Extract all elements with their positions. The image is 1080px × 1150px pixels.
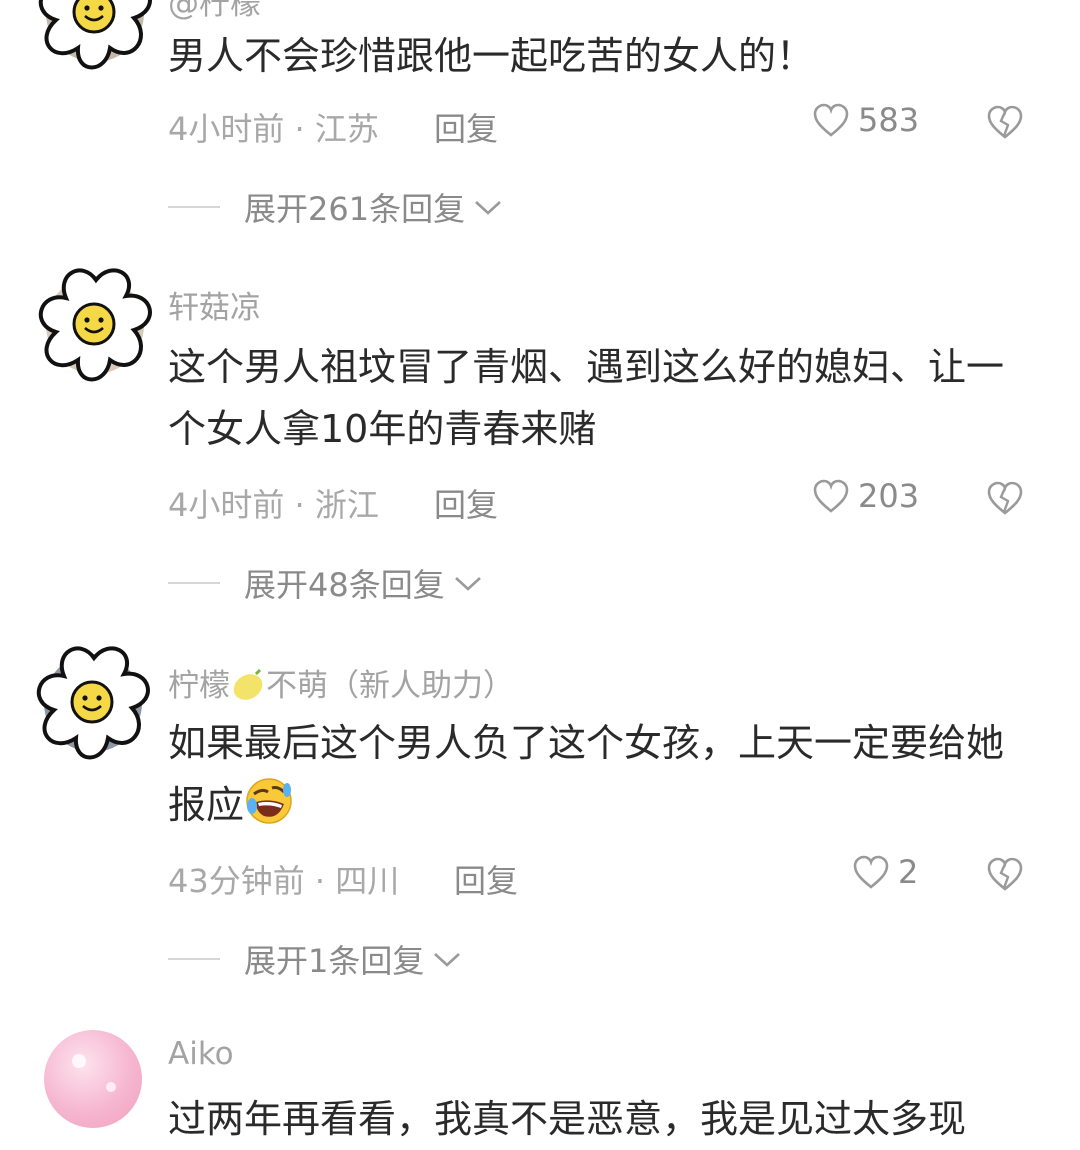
username[interactable]: 柠檬 不萌（新人助力） xyxy=(168,660,514,705)
separator: · xyxy=(284,110,315,148)
comment-text: 男人不会珍惜跟他一起吃苦的女人的！ xyxy=(168,34,815,78)
flower-sticker-icon xyxy=(36,646,150,760)
divider-line xyxy=(168,582,220,584)
avatar[interactable] xyxy=(38,268,152,382)
comment-text: 这个男人祖坟冒了青烟、遇到这么好的媳妇、让一个女人拿10年的青春来赌 xyxy=(168,345,1005,451)
username[interactable]: 轩菇凉 xyxy=(168,282,261,327)
chevron-down-icon xyxy=(454,577,481,591)
avatar[interactable] xyxy=(38,0,152,70)
like-button[interactable]: 583 xyxy=(812,101,919,139)
flower-sticker-icon xyxy=(38,0,152,70)
broken-heart-icon[interactable] xyxy=(986,856,1024,892)
timestamp: 4小时前 xyxy=(168,486,285,524)
flower-sticker-icon xyxy=(38,268,152,382)
separator: · xyxy=(284,486,315,524)
like-count: 2 xyxy=(898,853,919,891)
timestamp: 4小时前 xyxy=(168,110,285,148)
broken-heart-icon[interactable] xyxy=(986,480,1024,516)
heart-outline-icon xyxy=(853,855,889,889)
location: 四川 xyxy=(335,862,400,900)
username[interactable]: @柠檬 xyxy=(168,0,261,23)
heart-outline-icon xyxy=(813,103,849,137)
lemon-emoji xyxy=(233,668,263,700)
reply-button[interactable]: 回复 xyxy=(434,480,498,526)
username-suffix: 不萌（新人助力） xyxy=(266,668,514,704)
avatar-sparkle xyxy=(72,1054,86,1068)
expand-replies-button[interactable]: 展开1条回复 xyxy=(168,936,462,982)
chevron-down-icon xyxy=(434,953,461,967)
expand-label: 展开261条回复 xyxy=(244,190,466,228)
like-button[interactable]: 2 xyxy=(852,853,918,891)
divider-line xyxy=(168,206,220,208)
comment-meta: 4小时前 · 浙江 xyxy=(168,480,379,526)
expand-label: 展开48条回复 xyxy=(244,566,445,604)
comment-text: 过两年再看看，我真不是恶意，我是见过太多现 xyxy=(168,1097,967,1141)
expand-replies-button[interactable]: 展开48条回复 xyxy=(168,560,483,606)
timestamp: 43分钟前 xyxy=(168,862,305,900)
divider-line xyxy=(168,958,220,960)
like-button[interactable]: 203 xyxy=(812,477,919,515)
comment-meta: 4小时前 · 江苏 xyxy=(168,104,379,150)
rolling-laughing-emoji xyxy=(246,778,292,824)
location: 江苏 xyxy=(314,110,379,148)
reply-button[interactable]: 回复 xyxy=(434,104,498,150)
username-prefix: 柠檬 xyxy=(168,668,230,704)
like-count: 583 xyxy=(858,101,920,139)
avatar[interactable] xyxy=(36,646,150,760)
comment-meta: 43分钟前 · 四川 xyxy=(168,856,399,902)
expand-replies-button[interactable]: 展开261条回复 xyxy=(168,184,503,230)
like-count: 203 xyxy=(858,477,920,515)
reply-button[interactable]: 回复 xyxy=(454,856,518,902)
separator: · xyxy=(304,862,336,900)
username[interactable]: Aiko xyxy=(168,1036,234,1072)
broken-heart-icon[interactable] xyxy=(986,104,1024,140)
avatar-sparkle xyxy=(106,1082,116,1092)
location: 浙江 xyxy=(314,486,379,524)
expand-label: 展开1条回复 xyxy=(244,942,425,980)
chevron-down-icon xyxy=(475,201,501,215)
comment-text: 如果最后这个男人负了这个女孩，上天一定要给她报应 xyxy=(168,712,1038,836)
heart-outline-icon xyxy=(813,479,849,513)
avatar[interactable] xyxy=(44,1030,142,1128)
